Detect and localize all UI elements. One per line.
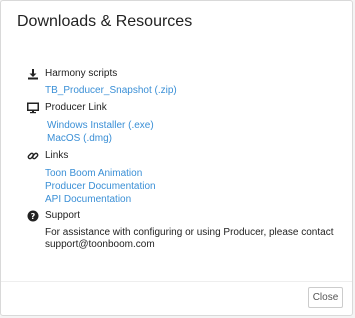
link-api-documentation[interactable]: API Documentation [45, 193, 156, 206]
link-icon [27, 149, 39, 161]
section-links: Links Toon Boom Animation Producer Docum… [27, 147, 156, 206]
link-toon-boom-animation[interactable]: Toon Boom Animation [45, 167, 156, 180]
link-macos-dmg[interactable]: MacOS (.dmg) [47, 132, 154, 145]
monitor-icon [27, 101, 39, 114]
close-button[interactable]: Close [308, 287, 343, 308]
svg-text:?: ? [31, 212, 36, 221]
download-icon [27, 67, 39, 80]
title-divider [1, 43, 352, 44]
dialog-title: Downloads & Resources [17, 13, 193, 30]
link-tb-producer-snapshot[interactable]: TB_Producer_Snapshot (.zip) [45, 84, 177, 97]
link-producer-documentation[interactable]: Producer Documentation [45, 180, 156, 193]
section-label-links: Links [45, 149, 69, 161]
section-label-support: Support [45, 209, 81, 221]
downloads-dialog: Downloads & Resources Harmony scripts TB… [0, 0, 353, 316]
support-text: For assistance with configuring or using… [45, 227, 334, 250]
section-harmony-scripts: Harmony scripts TB_Producer_Snapshot (.z… [27, 65, 177, 97]
section-header: Links [27, 147, 156, 163]
section-label-producer-link: Producer Link [45, 101, 107, 113]
link-windows-installer[interactable]: Windows Installer (.exe) [47, 119, 154, 132]
question-circle-icon: ? [27, 209, 39, 222]
section-support: ? Support For assistance with configurin… [27, 207, 335, 251]
section-header: Producer Link [27, 99, 154, 115]
section-header: Harmony scripts [27, 65, 177, 81]
section-header: ? Support [27, 207, 335, 223]
section-label-harmony-scripts: Harmony scripts [45, 67, 118, 79]
section-producer-link: Producer Link Windows Installer (.exe) M… [27, 99, 154, 145]
footer-divider [1, 281, 352, 282]
